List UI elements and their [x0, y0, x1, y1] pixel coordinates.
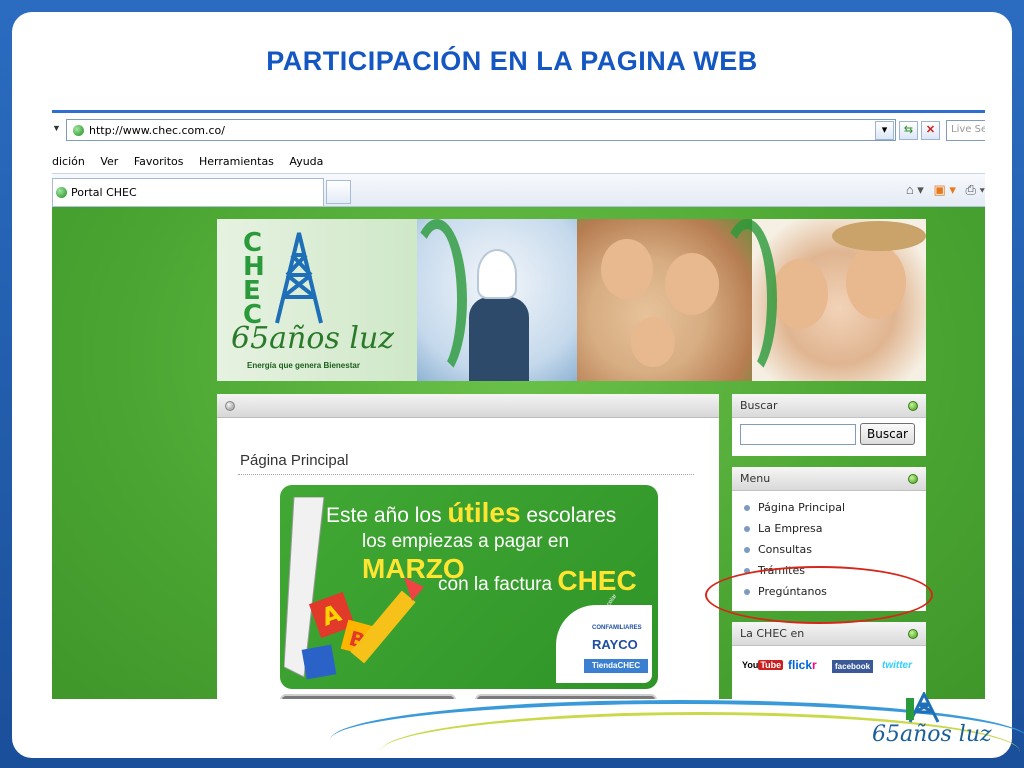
menu-item-consultas[interactable]: Consultas: [744, 543, 845, 564]
flickr-link[interactable]: flickr: [788, 658, 817, 672]
bullet-icon: [744, 547, 750, 553]
bullet-icon: [744, 505, 750, 511]
menu-herramientas[interactable]: Herramientas: [199, 155, 274, 168]
facebook-link[interactable]: facebook: [832, 660, 874, 673]
social-box: La CHEC en You Tube flickr facebook twitt…: [732, 622, 926, 699]
search-input[interactable]: [740, 424, 856, 445]
flickr-text-b: r: [812, 658, 817, 672]
promo-highlight-chec: CHEC: [557, 565, 637, 596]
main-content-panel: Página Principal A B Este año los útiles…: [217, 394, 719, 699]
tab-globe-icon: [56, 187, 67, 198]
promo-text-1a: Este año los: [326, 504, 448, 527]
menu-edicion[interactable]: dición: [52, 155, 85, 168]
panel-header: [217, 394, 719, 418]
address-bar[interactable]: http://www.chec.com.co/: [66, 119, 896, 141]
face-woman: [601, 239, 653, 299]
menu-status-icon: [908, 474, 918, 484]
menu-ver[interactable]: Ver: [100, 155, 118, 168]
new-tab-button[interactable]: [326, 180, 351, 204]
youtube-text-b: Tube: [758, 660, 784, 670]
promo-line-3: con la factura CHEC: [438, 565, 637, 597]
print-icon[interactable]: ⎙ ▾: [966, 182, 985, 197]
address-dropdown-icon[interactable]: ▾: [875, 121, 894, 140]
banner-swirl: [407, 219, 467, 381]
address-row: ▼ http://www.chec.com.co/ ▾ ⇆ ✕ Live Sea: [52, 119, 985, 145]
social-box-title: La CHEC en: [740, 627, 805, 640]
corner-logo: 65años luz: [872, 692, 1002, 758]
twitter-link[interactable]: twitter: [882, 660, 912, 671]
face-man: [665, 253, 719, 315]
youtube-link[interactable]: You Tube: [742, 660, 784, 674]
panel-status-icon: [225, 401, 235, 411]
face-older-man: [846, 245, 906, 319]
banner-swirl-2: [717, 219, 777, 381]
couple-photo: [752, 219, 926, 381]
back-dropdown-icon[interactable]: ▼: [52, 123, 61, 133]
brand-rayco: RAYCO: [592, 637, 638, 652]
straw-hat: [832, 221, 926, 251]
search-status-icon: [908, 401, 918, 411]
menu-item-label: La Empresa: [758, 522, 823, 535]
search-button[interactable]: Buscar: [860, 423, 915, 445]
promo-highlight-utiles: útiles: [447, 497, 521, 528]
refresh-icon[interactable]: ⇆: [899, 121, 918, 140]
live-search-input[interactable]: Live Sea: [946, 120, 985, 141]
address-text: http://www.chec.com.co/: [89, 124, 225, 137]
search-box: Buscar Buscar: [732, 394, 926, 456]
banner-tagline: Energía que genera Bienestar: [247, 361, 360, 370]
menu-favoritos[interactable]: Favoritos: [134, 155, 184, 168]
thumbnail-1[interactable]: [280, 694, 456, 699]
worker-figure: [469, 297, 529, 381]
menu-item-label: Consultas: [758, 543, 812, 556]
banner-slogan: 65años luz: [231, 321, 395, 356]
school-promo-banner[interactable]: A B Este año los útiles escolares los em…: [280, 485, 658, 689]
menu-item-la-empresa[interactable]: La Empresa: [744, 522, 845, 543]
promo-text-2a: los empiezas a pagar en: [362, 531, 570, 552]
bullet-icon: [744, 526, 750, 532]
page-globe-icon: [73, 125, 84, 136]
corner-tower-icon: [906, 692, 940, 723]
corner-logo-text: 65años luz: [872, 722, 992, 747]
slide-title: PARTICIPACIÓN EN LA PAGINA WEB: [266, 46, 758, 76]
promo-line-1: Este año los útiles escolares: [326, 497, 616, 529]
browser-menu-bar: dición Ver Favoritos Herramientas Ayuda: [52, 155, 335, 173]
header-banner: C H E C 65años luz Energía que genera Bi…: [217, 219, 926, 381]
tab-label: Portal CHEC: [71, 186, 137, 199]
search-box-title: Buscar: [740, 399, 778, 412]
worker-helmet: [477, 249, 517, 299]
flickr-text-a: flick: [788, 658, 813, 672]
tab-bar: Portal CHEC ⌂ ▾ ▣ ▾ ⎙ ▾: [52, 173, 985, 207]
social-box-header: La CHEC en: [732, 622, 926, 646]
section-divider: [238, 474, 694, 475]
promo-brands-badge: Útiles, Textos, Calzado Escolar CONFAMIL…: [556, 593, 652, 683]
menu-item-pagina-principal[interactable]: Página Principal: [744, 501, 845, 522]
web-page: C H E C 65años luz Energía que genera Bi…: [52, 207, 985, 699]
highlight-ellipse: [705, 566, 933, 624]
promo-text-3a: con la factura: [438, 574, 558, 595]
section-title: Página Principal: [240, 452, 349, 469]
brand-confamiliares: CONFAMILIARES: [592, 625, 642, 631]
menu-box-title: Menu: [740, 472, 771, 485]
promo-text-1c: escolares: [520, 504, 617, 527]
chec-logo-mark: C H E C: [243, 228, 323, 330]
stop-icon[interactable]: ✕: [921, 121, 940, 140]
feeds-icon[interactable]: ▣ ▾: [933, 182, 955, 197]
social-status-icon: [908, 629, 918, 639]
menu-box-header: Menu: [732, 467, 926, 491]
tab-portal-chec[interactable]: Portal CHEC: [52, 178, 324, 206]
youtube-text-a: You: [742, 660, 759, 670]
search-box-header: Buscar: [732, 394, 926, 418]
face-woman-2: [772, 259, 828, 329]
thumbnail-2[interactable]: [475, 694, 657, 699]
home-icon[interactable]: ⌂ ▾: [906, 182, 924, 197]
menu-ayuda[interactable]: Ayuda: [289, 155, 323, 168]
menu-item-label: Página Principal: [758, 501, 846, 514]
face-girl: [631, 317, 675, 367]
brand-tienda-chec: TiendaCHEC: [584, 659, 648, 673]
command-bar: ⌂ ▾ ▣ ▾ ⎙ ▾: [900, 182, 985, 198]
